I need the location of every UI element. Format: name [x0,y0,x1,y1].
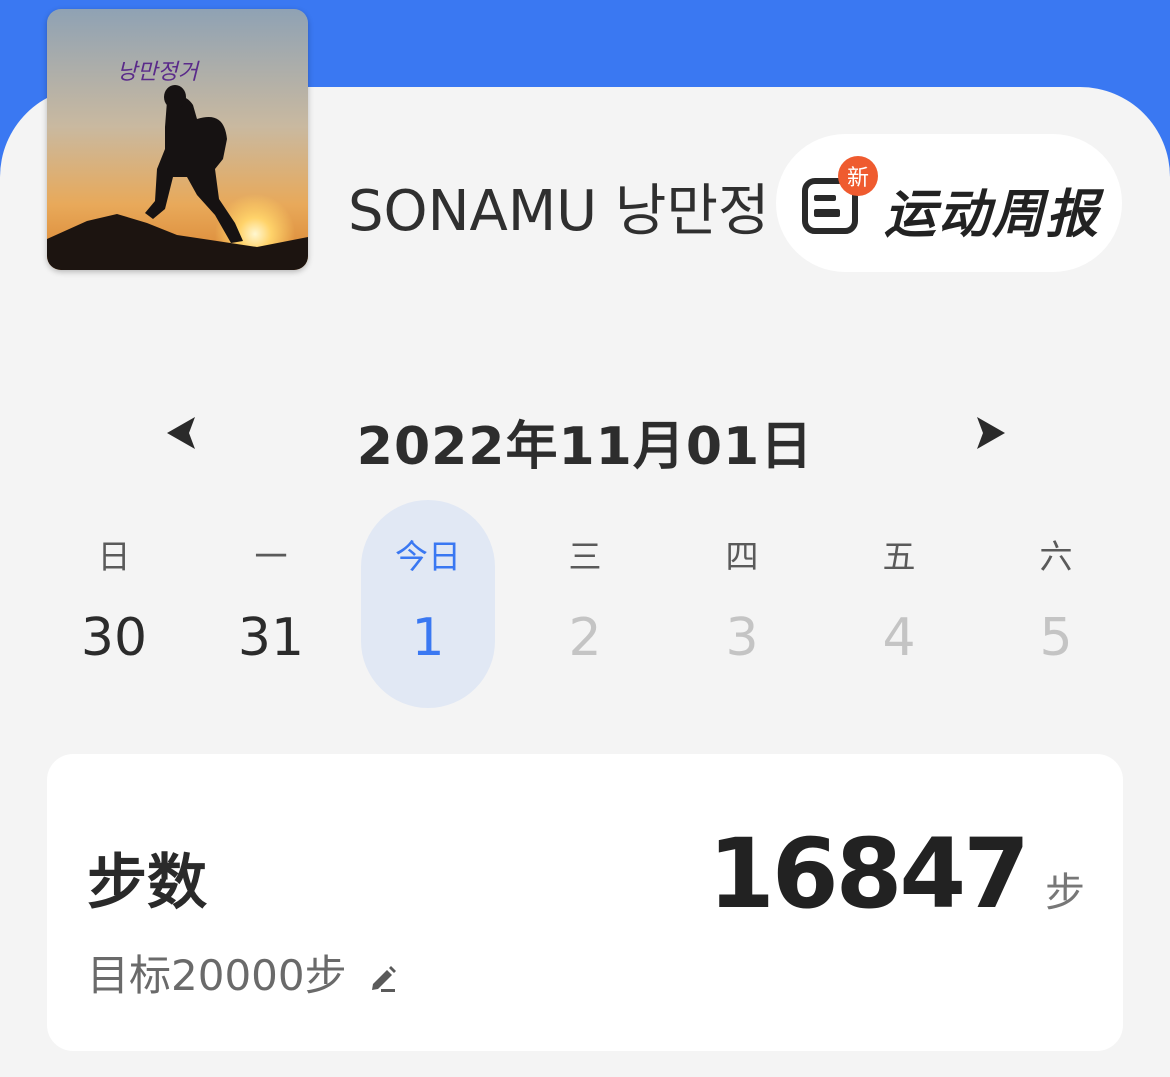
triangle-right-icon[interactable] [973,414,1009,452]
day-cell[interactable]: 日 30 [47,500,181,708]
weekday-label: 四 [725,537,759,576]
goal-text: 目标20000步 [87,951,347,1000]
weekday-label: 今日 [395,537,461,576]
week-strip: 日 30 一 31 今日 1 三 2 四 3 五 4 六 5 [35,500,1135,710]
day-cell: 四 3 [675,500,809,708]
avatar-caption: 낭만정거 [117,60,200,85]
day-number: 30 [80,608,148,668]
weekly-report-label: 运动周报 [884,185,1101,245]
avatar[interactable]: 낭만정거 [47,9,308,270]
weekday-label: 一 [254,537,288,576]
day-cell: 三 2 [518,500,652,708]
day-number: 3 [725,608,759,668]
day-number: 2 [568,608,602,668]
steps-title: 步数 [87,848,207,918]
weekly-report-button[interactable]: 新 运动周报 [776,134,1122,272]
pencil-icon[interactable] [367,962,399,994]
day-cell-today[interactable]: 今日 1 [361,500,495,708]
steps-unit: 步 [1045,870,1085,916]
day-cell: 六 5 [989,500,1123,708]
steps-card[interactable]: 步数 目标20000步 16847 步 [47,754,1123,1051]
day-number: 1 [411,608,445,668]
weekday-label: 六 [1039,537,1073,576]
day-number: 31 [237,608,305,668]
day-number: 4 [882,608,916,668]
username: SONAMU 낭만정 [348,180,770,244]
new-badge: 新 [838,156,878,196]
day-cell: 五 4 [832,500,966,708]
day-number: 5 [1039,608,1073,668]
steps-value: 16847 [708,818,1030,930]
weekday-label: 日 [97,537,131,576]
weekday-label: 五 [882,537,916,576]
weekday-label: 三 [568,537,602,576]
goal-row: 目标20000步 [87,942,399,1003]
day-cell[interactable]: 一 31 [204,500,338,708]
